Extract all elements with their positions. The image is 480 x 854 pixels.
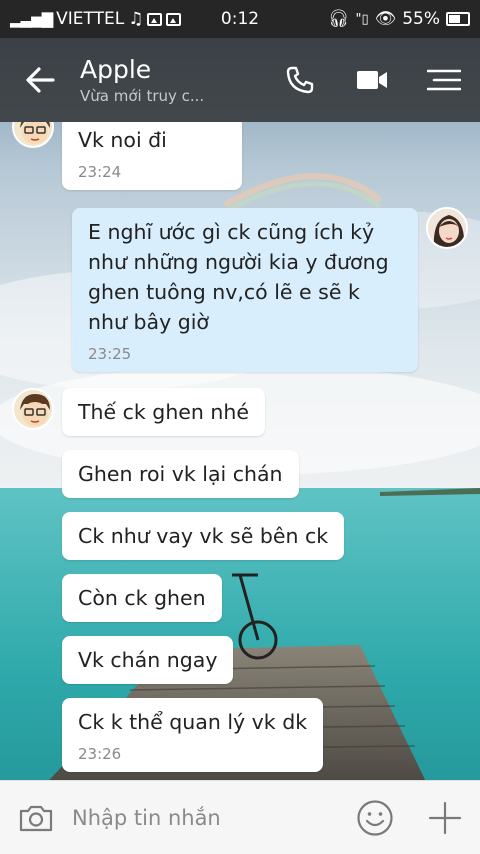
- boy-avatar-icon: [14, 122, 52, 146]
- message-bubble[interactable]: Ghen roi vk lại chán: [62, 450, 299, 498]
- back-arrow-icon: [26, 67, 55, 93]
- menu-button[interactable]: [408, 38, 480, 122]
- eye-icon: 👁︎: [374, 9, 397, 29]
- image-icon: [166, 12, 182, 26]
- menu-icon: [427, 69, 461, 91]
- girl-avatar-icon: [428, 209, 466, 247]
- message-bubble[interactable]: Ck như vay vk sẽ bên ck: [62, 512, 345, 560]
- carrier-name: VIETTEL: [56, 9, 125, 29]
- video-call-button[interactable]: [336, 38, 408, 122]
- add-attachment-button[interactable]: [410, 781, 480, 854]
- message-time: 23:25: [88, 345, 132, 363]
- phone-icon: [286, 66, 314, 94]
- message-text: Vk noi đi: [78, 128, 167, 152]
- contact-avatar[interactable]: [12, 388, 54, 430]
- message-text: Ck như vay vk sẽ bên ck: [78, 524, 329, 548]
- headset-icon: 🎧︎: [327, 9, 350, 29]
- camera-button[interactable]: [0, 781, 72, 854]
- signal-icon: ▂▃▅▇: [10, 10, 53, 28]
- battery-icon: [446, 12, 470, 26]
- message-text: Ck k thể quan lý vk dk: [78, 710, 308, 734]
- message-text: E nghĩ ước gì ck cũng ích kỷ như những n…: [88, 220, 389, 334]
- message-bubble[interactable]: Vk noi đi 23:24: [62, 122, 242, 190]
- contact-name: Apple: [80, 55, 152, 84]
- message-text: Ghen roi vk lại chán: [78, 462, 283, 486]
- message-time: 23:26: [78, 745, 122, 763]
- battery-level: 55%: [402, 9, 440, 29]
- message-text: Thế ck ghen nhé: [78, 400, 250, 424]
- image-icon: [147, 12, 163, 26]
- signal-small-icon: "▯: [355, 11, 369, 27]
- message-bubble[interactable]: Còn ck ghen: [62, 574, 222, 622]
- boy-avatar-icon: [14, 390, 52, 428]
- video-camera-icon: [357, 71, 387, 89]
- plus-icon: [428, 801, 462, 834]
- message-text: Vk chán ngay: [78, 648, 218, 672]
- contact-avatar[interactable]: [12, 122, 54, 148]
- chat-header: Apple Vừa mới truy c...: [0, 38, 480, 122]
- my-avatar[interactable]: [426, 207, 468, 249]
- message-input[interactable]: [72, 792, 340, 843]
- my-message-bubble[interactable]: E nghĩ ước gì ck cũng ích kỷ như những n…: [72, 208, 418, 372]
- call-button[interactable]: [264, 38, 336, 122]
- message-bubble[interactable]: Ck k thể quan lý vk dk 23:26: [62, 698, 324, 772]
- emoji-button[interactable]: [340, 781, 410, 854]
- contact-info[interactable]: Apple Vừa mới truy c...: [80, 55, 264, 105]
- message-text: Còn ck ghen: [78, 586, 206, 610]
- camera-icon: [19, 805, 53, 831]
- message-bubble[interactable]: Vk chán ngay: [62, 636, 234, 684]
- contact-last-seen: Vừa mới truy c...: [80, 87, 205, 105]
- message-time: 23:24: [78, 163, 122, 181]
- status-bar: ▂▃▅▇ VIETTEL ♫ 0:12 🎧︎ "▯ 👁︎ 55%: [0, 0, 480, 38]
- emoji-icon: [357, 799, 393, 836]
- message-bubble[interactable]: Thế ck ghen nhé: [62, 388, 266, 436]
- back-button[interactable]: [0, 38, 80, 122]
- message-input-bar: [0, 780, 480, 854]
- music-icon: ♫: [128, 9, 144, 29]
- message-list[interactable]: Vk noi đi 23:24 E nghĩ ước gì ck cũng íc…: [0, 122, 480, 780]
